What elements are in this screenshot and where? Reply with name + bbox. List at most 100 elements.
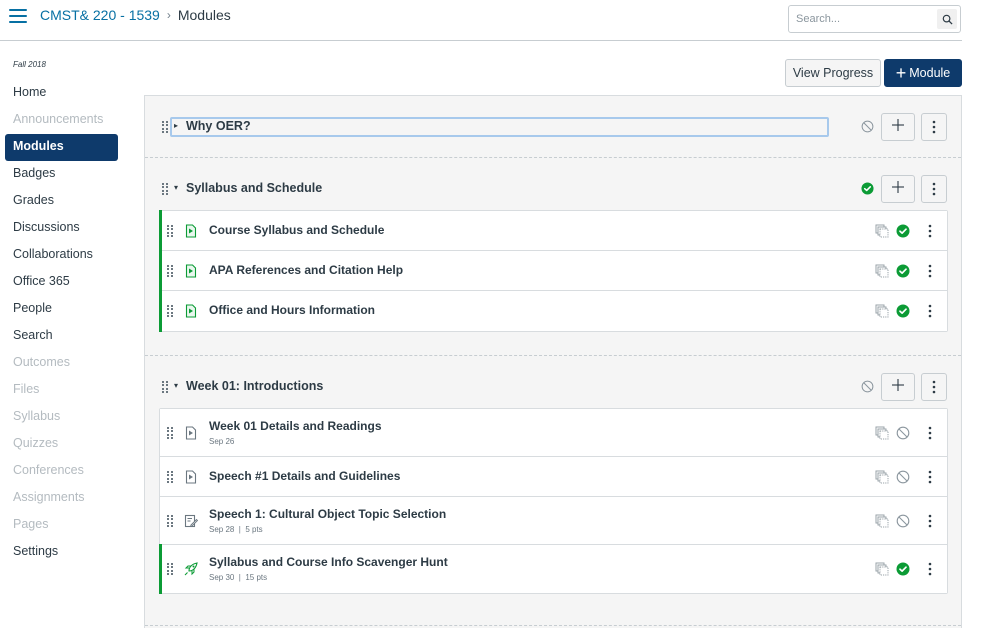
item-drag-handle-icon[interactable] [167,305,174,317]
sidebar-item-quizzes[interactable]: Quizzes [5,431,118,458]
search-input[interactable] [789,6,935,32]
sidebar-item-announcements[interactable]: Announcements [5,107,118,134]
module-items-list: Course Syllabus and Schedule APA Referenc… [159,210,948,332]
sidebar-item-assignments[interactable]: Assignments [5,485,118,512]
sidebar-item-outcomes[interactable]: Outcomes [5,350,118,377]
sidebar-item-syllabus[interactable]: Syllabus [5,404,118,431]
module-drag-handle-icon[interactable] [162,183,169,195]
caret-right-icon[interactable]: ▸ [174,121,178,130]
page-icon [184,426,198,440]
duplicate-icon[interactable] [875,304,889,318]
modules-panel: ▸ Why OER? ▾ Syllabus and Schedule Course Sy… [144,95,962,628]
sidebar-item-badges[interactable]: Badges [5,161,118,188]
item-drag-handle-icon[interactable] [167,515,174,527]
breadcrumb-separator: › [166,8,171,22]
sidebar-item-pages[interactable]: Pages [5,512,118,539]
kebab-icon[interactable] [927,562,933,576]
sidebar-item-modules[interactable]: Modules [5,134,118,161]
item-title-link[interactable]: Speech 1: Cultural Object Topic Selectio… [209,507,446,521]
sidebar-item-discussions[interactable]: Discussions [5,215,118,242]
caret-down-icon[interactable]: ▾ [174,381,178,390]
published-icon[interactable] [861,182,874,195]
module-item[interactable]: Week 01 Details and Readings Sep 26 [160,409,947,457]
module-header[interactable]: ▾ Syllabus and Schedule [145,175,961,203]
duplicate-icon[interactable] [875,224,889,238]
module-item[interactable]: Office and Hours Information [159,290,947,332]
module-item[interactable]: Speech 1: Cultural Object Topic Selectio… [160,497,947,545]
item-drag-handle-icon[interactable] [167,471,174,483]
caret-down-icon[interactable]: ▾ [174,183,178,192]
published-icon[interactable] [896,264,910,278]
unpublished-icon[interactable] [896,426,910,440]
module-item[interactable]: Course Syllabus and Schedule [159,210,947,251]
add-item-button[interactable] [881,373,915,401]
kebab-icon[interactable] [927,224,933,238]
add-module-button[interactable]: + Module [884,59,962,87]
item-drag-handle-icon[interactable] [167,265,174,277]
sidebar-item-people[interactable]: People [5,296,118,323]
duplicate-icon[interactable] [875,562,889,576]
module-items-list: Week 01 Details and Readings Sep 26 Speech… [159,408,948,594]
published-icon[interactable] [896,562,910,576]
item-drag-handle-icon[interactable] [167,563,174,575]
breadcrumb-course-link[interactable]: CMST& 220 - 1539 [40,7,160,23]
item-drag-handle-icon[interactable] [167,225,174,237]
kebab-icon[interactable] [927,264,933,278]
item-drag-handle-icon[interactable] [167,427,174,439]
module-title[interactable]: Why OER? [186,119,251,133]
unpublished-icon[interactable] [896,514,910,528]
kebab-icon[interactable] [927,426,933,440]
add-item-button[interactable] [881,113,915,141]
sidebar-item-grades[interactable]: Grades [5,188,118,215]
item-title-link[interactable]: Course Syllabus and Schedule [209,223,384,237]
module-item[interactable]: Syllabus and Course Info Scavenger Hunt S… [159,544,947,594]
breadcrumb-current: Modules [177,7,231,23]
module-header[interactable]: ▾ Week 01: Introductions [145,373,961,401]
breadcrumb: CMST& 220 - 1539 › Modules [40,7,231,23]
kebab-icon[interactable] [927,470,933,484]
sidebar-item-search[interactable]: Search [5,323,118,350]
sidebar-item-settings[interactable]: Settings [5,539,118,566]
plus-icon [891,118,905,137]
duplicate-icon[interactable] [875,470,889,484]
item-actions [867,469,947,485]
kebab-icon [931,182,937,196]
page-icon [184,304,198,318]
duplicate-icon[interactable] [875,264,889,278]
kebab-icon[interactable] [927,304,933,318]
hamburger-icon[interactable] [9,9,27,23]
unpublished-icon[interactable] [861,120,874,133]
duplicate-icon[interactable] [875,514,889,528]
unpublished-icon[interactable] [861,380,874,393]
item-title-link[interactable]: Speech #1 Details and Guidelines [209,469,400,483]
module-item[interactable]: APA References and Citation Help [159,250,947,291]
item-title-link[interactable]: Office and Hours Information [209,303,375,317]
item-title-link[interactable]: Week 01 Details and Readings [209,419,382,433]
sidebar-item-files[interactable]: Files [5,377,118,404]
module-title[interactable]: Week 01: Introductions [186,379,323,393]
module-drag-handle-icon[interactable] [162,381,169,393]
module-title[interactable]: Syllabus and Schedule [186,181,322,195]
view-progress-button[interactable]: View Progress [785,59,881,87]
module-header[interactable]: ▸ Why OER? [145,113,961,141]
module-options-button[interactable] [921,373,947,401]
item-title-link[interactable]: Syllabus and Course Info Scavenger Hunt [209,555,448,569]
published-icon[interactable] [896,224,910,238]
item-title-link[interactable]: APA References and Citation Help [209,263,403,277]
unpublished-icon[interactable] [896,470,910,484]
sidebar-item-home[interactable]: Home [5,80,118,107]
sidebar-item-conferences[interactable]: Conferences [5,458,118,485]
search-button[interactable] [937,9,957,29]
sidebar-item-office-365[interactable]: Office 365 [5,269,118,296]
module-options-button[interactable] [921,113,947,141]
module-options-button[interactable] [921,175,947,203]
module-drag-handle-icon[interactable] [162,121,169,133]
module-item[interactable]: Speech #1 Details and Guidelines [160,457,947,497]
duplicate-icon[interactable] [875,426,889,440]
add-item-button[interactable] [881,175,915,203]
module: ▸ Why OER? [145,96,961,158]
module: ▾ Syllabus and Schedule Course Syllabus an… [145,158,961,356]
sidebar-item-collaborations[interactable]: Collaborations [5,242,118,269]
kebab-icon[interactable] [927,514,933,528]
published-icon[interactable] [896,304,910,318]
